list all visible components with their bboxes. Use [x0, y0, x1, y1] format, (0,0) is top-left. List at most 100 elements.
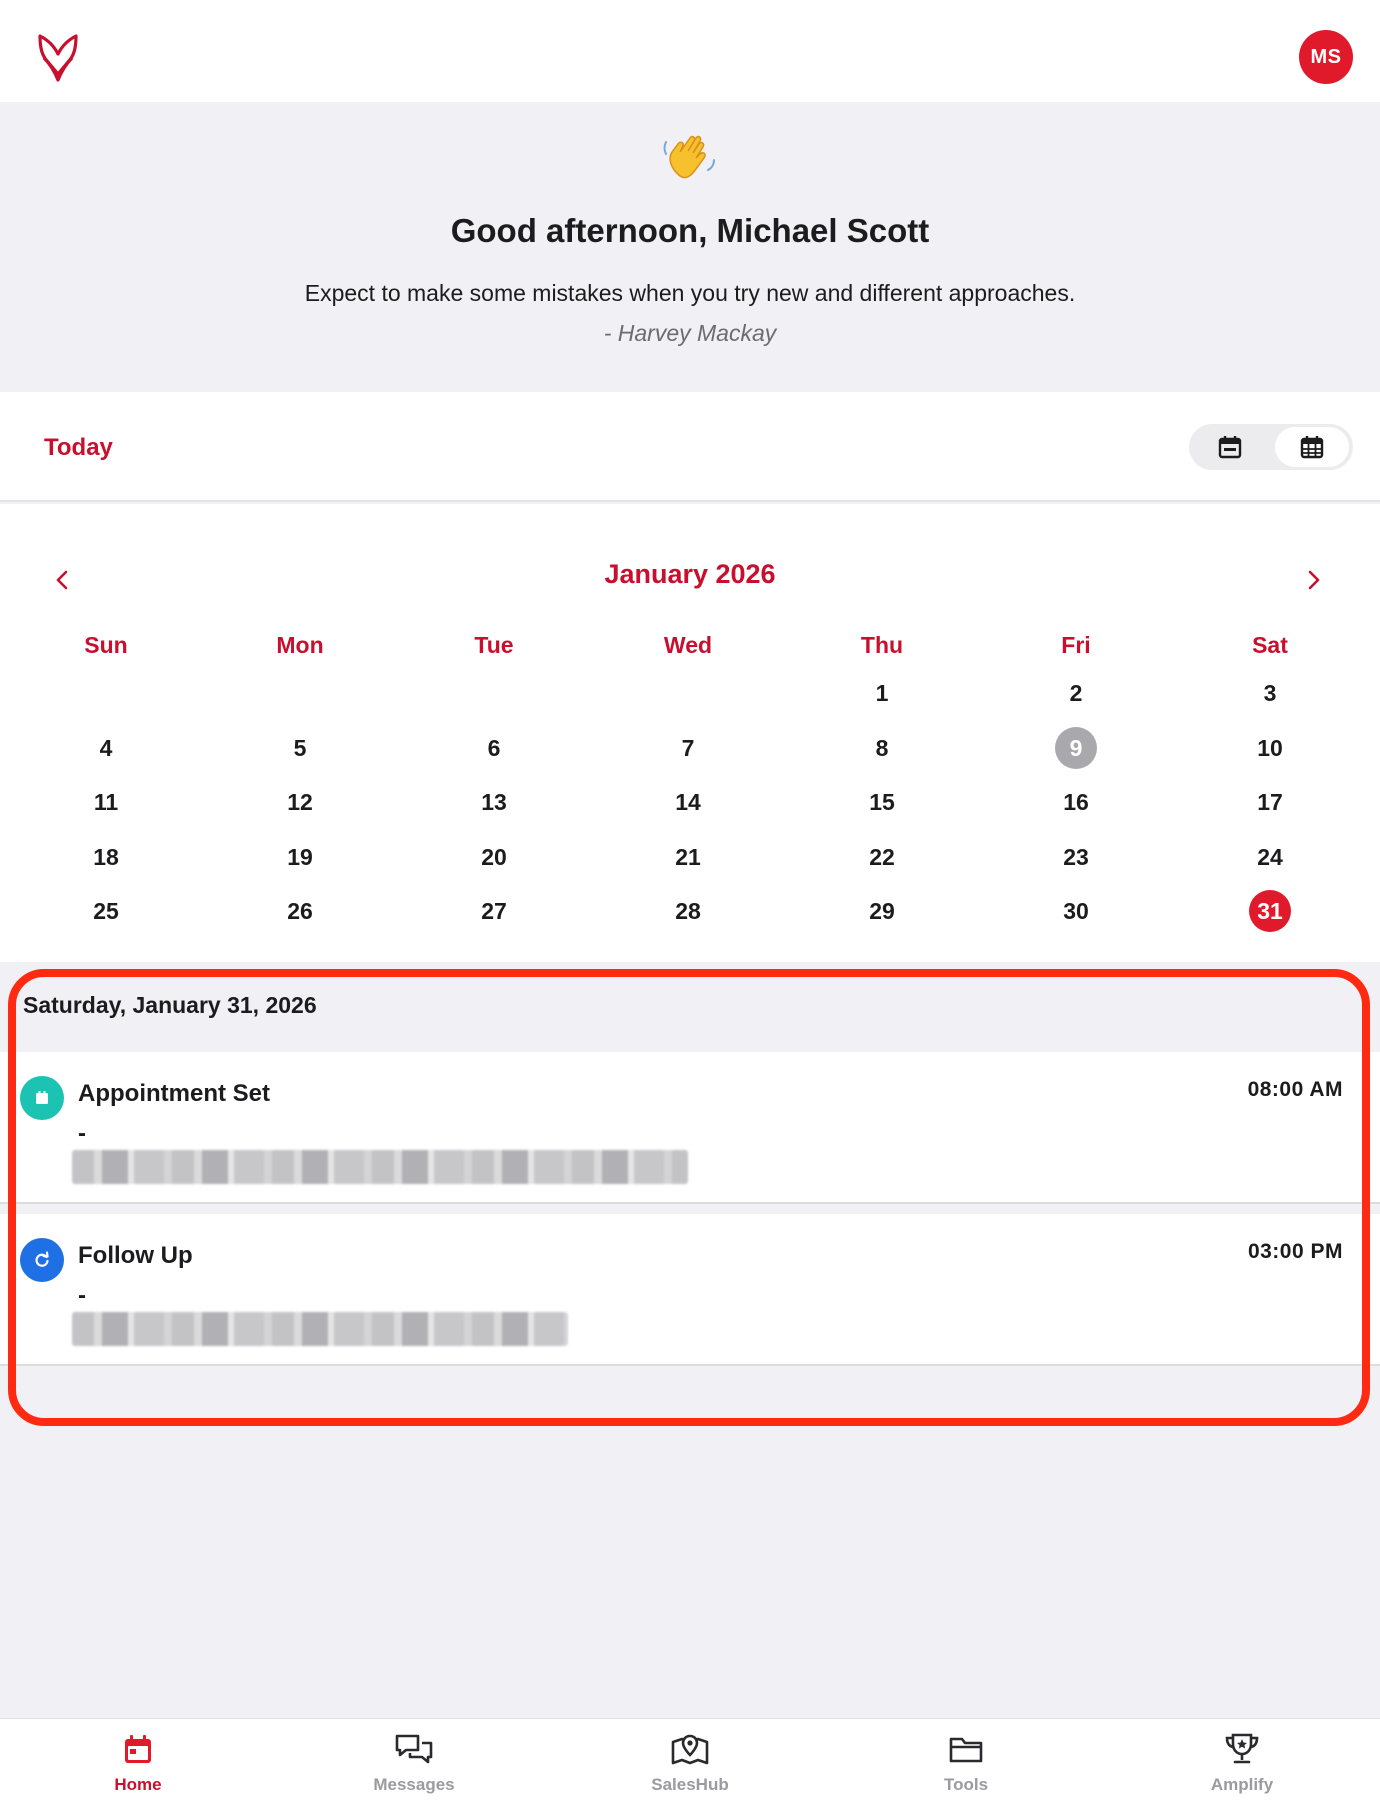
calendar-day[interactable]: 24 — [1173, 835, 1367, 879]
calendar-day[interactable]: 26 — [203, 889, 397, 933]
day-number: 28 — [675, 897, 701, 924]
redacted-detail — [72, 1312, 568, 1346]
day-number: 12 — [287, 788, 313, 815]
calendar-day[interactable]: 28 — [591, 889, 785, 933]
map-pin-icon — [670, 1729, 710, 1769]
weekday-header: Thu — [860, 632, 904, 658]
day-number: 25 — [93, 897, 119, 924]
calendar-icon — [20, 1076, 64, 1120]
calendar-day[interactable]: 8 — [785, 726, 979, 770]
calendar-month-icon — [1300, 436, 1324, 459]
redacted-detail — [72, 1150, 688, 1184]
calendar-day[interactable]: 9 — [979, 726, 1173, 770]
calendar-day[interactable]: 25 — [9, 889, 203, 933]
calendar-day[interactable]: 27 — [397, 889, 591, 933]
day-number: 22 — [869, 843, 895, 870]
calendar-day[interactable]: 13 — [397, 780, 591, 824]
calendar-day[interactable]: 31 — [1173, 889, 1367, 933]
calendar-day[interactable]: 20 — [397, 835, 591, 879]
day-number: 19 — [287, 843, 313, 870]
calendar-day[interactable]: 12 — [203, 780, 397, 824]
event-title: Follow Up — [78, 1242, 193, 1269]
day-number: 13 — [481, 788, 507, 815]
event-subtitle: - — [78, 1282, 86, 1309]
event-title: Appointment Set — [78, 1080, 270, 1107]
day-number: 27 — [481, 897, 507, 924]
quote-author: - Harvey Mackay — [603, 320, 777, 346]
events-date-heading: Saturday, January 31, 2026 — [23, 992, 317, 1018]
calendar-day[interactable]: 30 — [979, 889, 1173, 933]
calendar-day[interactable]: 23 — [979, 835, 1173, 879]
day-number: 23 — [1063, 843, 1089, 870]
weekday-header: Wed — [663, 632, 713, 658]
calendar-day[interactable]: 6 — [397, 726, 591, 770]
tab-label: Home — [114, 1775, 162, 1794]
day-number: 1 — [875, 679, 889, 706]
calendar-day[interactable]: 10 — [1173, 726, 1367, 770]
tab-tools[interactable]: Tools — [828, 1719, 1104, 1804]
calendar-day[interactable]: 21 — [591, 835, 785, 879]
day-number: 4 — [99, 734, 113, 761]
month-view-button[interactable] — [1275, 427, 1349, 467]
tab-label: Amplify — [1210, 1775, 1274, 1794]
day-number: 8 — [875, 734, 889, 761]
event-item[interactable]: Appointment Set - 08:00 AM — [0, 1052, 1380, 1204]
calendar-day-icon — [1218, 436, 1242, 459]
day-number: 9 — [1055, 727, 1097, 769]
calendar-day[interactable]: 1 — [785, 671, 979, 715]
tab-label: Messages — [373, 1775, 455, 1794]
calendar-day[interactable]: 22 — [785, 835, 979, 879]
calendar-day[interactable]: 18 — [9, 835, 203, 879]
event-subtitle: - — [78, 1120, 86, 1147]
next-month-button[interactable] — [1300, 558, 1328, 602]
day-view-button[interactable] — [1193, 427, 1267, 467]
today-button[interactable]: Today — [44, 434, 113, 462]
top-bar: MS — [0, 0, 1380, 102]
avatar[interactable]: MS — [1299, 30, 1353, 84]
calendar-day[interactable]: 7 — [591, 726, 785, 770]
weekday-header: Tue — [474, 632, 514, 658]
event-item[interactable]: Follow Up - 03:00 PM — [0, 1214, 1380, 1366]
event-time: 08:00 AM — [1247, 1078, 1343, 1101]
tab-amplify[interactable]: Amplify — [1104, 1719, 1380, 1804]
tab-home[interactable]: Home — [0, 1719, 276, 1804]
calendar-day[interactable]: 17 — [1173, 780, 1367, 824]
bottom-tab-bar: Home Messages SalesHub Tools Amplify — [0, 1718, 1380, 1804]
calendar-day[interactable]: 5 — [203, 726, 397, 770]
day-number: 6 — [487, 734, 501, 761]
day-number: 17 — [1257, 788, 1283, 815]
tab-saleshub[interactable]: SalesHub — [552, 1719, 828, 1804]
waving-hand-icon — [658, 124, 722, 188]
day-number: 29 — [869, 897, 895, 924]
calendar-day[interactable]: 16 — [979, 780, 1173, 824]
day-number: 14 — [675, 788, 701, 815]
chevron-right-icon — [1308, 570, 1320, 590]
calendar-day[interactable]: 4 — [9, 726, 203, 770]
tab-messages[interactable]: Messages — [276, 1719, 552, 1804]
calendar-day[interactable]: 2 — [979, 671, 1173, 715]
day-number: 10 — [1257, 734, 1283, 761]
calendar-day[interactable]: 14 — [591, 780, 785, 824]
day-number: 20 — [481, 843, 507, 870]
day-number: 11 — [93, 788, 119, 815]
day-number: 21 — [675, 843, 701, 870]
month-title: January 2026 — [604, 559, 776, 589]
today-bar: Today — [0, 392, 1380, 502]
calendar-day[interactable]: 19 — [203, 835, 397, 879]
day-number: 18 — [93, 843, 119, 870]
day-number: 31 — [1249, 890, 1291, 932]
trophy-icon — [1222, 1729, 1262, 1769]
day-number: 2 — [1069, 679, 1083, 706]
events-panel: Saturday, January 31, 2026 Appointment S… — [0, 962, 1380, 1422]
day-number: 26 — [287, 897, 313, 924]
calendar-day[interactable]: 3 — [1173, 671, 1367, 715]
day-number: 5 — [293, 734, 307, 761]
brand-logo-icon[interactable] — [34, 30, 82, 84]
day-number: 24 — [1257, 843, 1283, 870]
day-number: 15 — [869, 788, 895, 815]
calendar-day[interactable]: 29 — [785, 889, 979, 933]
calendar-day[interactable]: 15 — [785, 780, 979, 824]
calendar-day[interactable]: 11 — [9, 780, 203, 824]
refresh-icon — [20, 1238, 64, 1282]
day-number: 16 — [1063, 788, 1089, 815]
